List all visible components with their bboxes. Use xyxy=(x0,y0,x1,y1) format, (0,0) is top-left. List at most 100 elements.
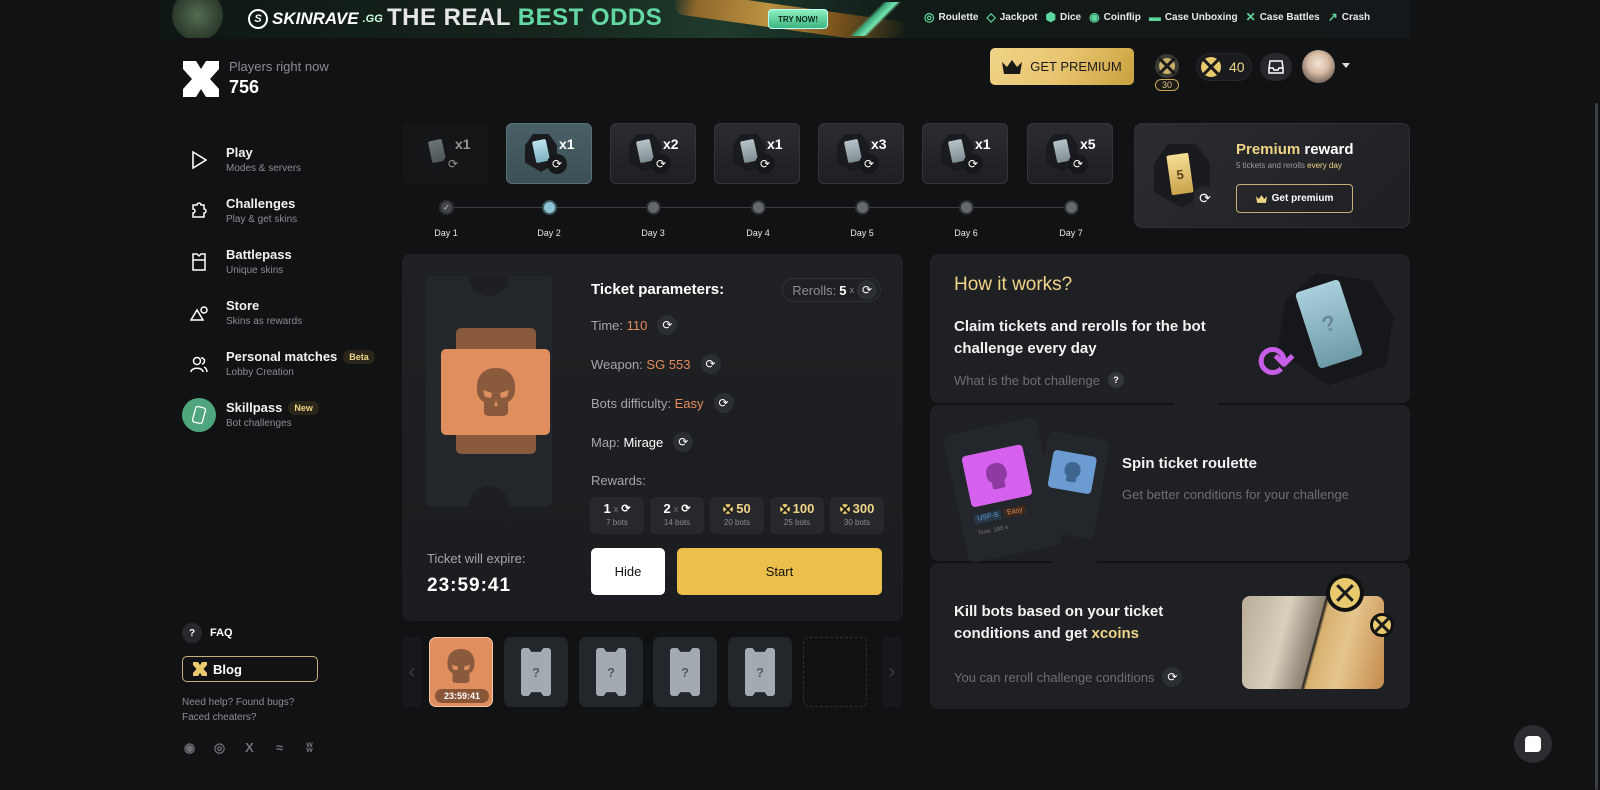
skull-purple-card xyxy=(961,443,1033,508)
support-chat-button[interactable] xyxy=(1514,725,1552,763)
skinrave-logo-icon: S xyxy=(248,9,268,29)
how-it-works-heading: How it works? xyxy=(954,274,1073,295)
vk-icon[interactable]: ʬ xyxy=(302,740,317,755)
banner-try-now-button[interactable]: TRY NOW! xyxy=(768,9,828,29)
hide-button[interactable]: Hide xyxy=(591,548,665,595)
chevron-down-icon[interactable] xyxy=(1342,63,1350,68)
day-card-1[interactable]: x1 ⟳ xyxy=(402,123,488,184)
reroll-weapon-button[interactable]: ⟳ xyxy=(700,354,721,374)
skull-icon xyxy=(1064,462,1081,483)
page-scrollbar[interactable] xyxy=(1595,103,1598,790)
nav-subtitle: Skins as rewards xyxy=(226,316,303,327)
level-coin xyxy=(1155,54,1179,78)
day-dot xyxy=(959,200,974,215)
diamond-icon: ◇ xyxy=(986,10,996,24)
start-button[interactable]: Start xyxy=(677,548,882,595)
param-label: Bots difficulty: xyxy=(591,395,671,411)
carousel-ticket-unknown[interactable]: ? xyxy=(504,637,568,707)
banner-headline-green: BEST ODDS xyxy=(517,4,663,31)
get-premium-card-button[interactable]: Get premium xyxy=(1236,184,1353,213)
sidebar-item-challenges[interactable]: Challenges Play & get skins xyxy=(182,196,375,247)
weapon-tag: USP-S xyxy=(973,509,1003,525)
inbox-button[interactable] xyxy=(1260,53,1292,81)
reroll-time-button[interactable]: ⟳ xyxy=(657,315,678,335)
sidebar-item-personal-matches[interactable]: Personal matches Beta Lobby Creation xyxy=(182,349,375,400)
reroll-icon: ⟳ xyxy=(755,154,775,174)
reward-bots: 7 bots xyxy=(606,518,628,527)
day-multiplier: x1 xyxy=(559,136,575,152)
carousel-ticket-unknown[interactable]: ? xyxy=(653,637,717,707)
step-2-subtitle: Get better conditions for your challenge xyxy=(1122,487,1349,502)
banner-game-case-unboxing[interactable]: ▬ Case Unboxing xyxy=(1149,10,1238,24)
level-number: 30 xyxy=(1155,79,1179,91)
banner-game-case-battles[interactable]: ✕ Case Battles xyxy=(1246,10,1320,24)
blog-button[interactable]: Blog xyxy=(182,656,318,682)
bot-challenge-info-link[interactable]: What is the bot challenge? xyxy=(954,372,1124,388)
nav-title: Store xyxy=(226,298,260,313)
day-dot xyxy=(1064,200,1079,215)
skull-icon xyxy=(447,649,475,683)
day-multiplier: x1 xyxy=(767,136,783,152)
day-card-2[interactable]: x1 ⟳ xyxy=(506,123,592,184)
unknown-ticket-icon: ? xyxy=(745,648,775,696)
ad-banner[interactable]: S SKINRAVE .GG THE REAL BEST ODDS TRY NOW… xyxy=(160,0,1410,38)
reward-bots: 14 bots xyxy=(663,518,691,527)
players-label: Players right now xyxy=(229,59,329,74)
level-badge[interactable]: 30 xyxy=(1152,54,1182,92)
premium-reward-subtitle: 5 tickets and rerolls every day xyxy=(1236,161,1342,170)
reward-bots: 25 bots xyxy=(783,518,811,527)
carousel-ticket-unknown[interactable]: ? xyxy=(728,637,792,707)
reward-tier: 50 20 bots xyxy=(710,497,764,534)
discord-icon[interactable]: ◉ xyxy=(182,740,197,755)
sidebar-item-store[interactable]: Store Skins as rewards xyxy=(182,298,375,349)
xcoin-icon xyxy=(1373,616,1391,634)
banner-game-roulette[interactable]: ◎ Roulette xyxy=(924,10,978,24)
help-text[interactable]: Need help? Found bugs? Faced cheaters? xyxy=(182,695,294,725)
carousel-next-button[interactable]: › xyxy=(882,637,902,707)
faq-link[interactable]: ? FAQ xyxy=(182,623,233,643)
carousel-ticket-unknown[interactable]: ? xyxy=(579,637,643,707)
day-multiplier: x1 xyxy=(975,136,991,152)
help-line: Need help? Found bugs? xyxy=(182,697,295,708)
reroll-icon: ⟳ xyxy=(1162,667,1183,687)
instagram-icon[interactable]: ◎ xyxy=(212,740,227,755)
banner-game-dice[interactable]: ⬢ Dice xyxy=(1046,10,1082,24)
carousel-ticket-selected[interactable]: 23:59:41 xyxy=(429,637,493,707)
x-icon[interactable]: X xyxy=(242,740,257,755)
coin-balance[interactable]: 40 xyxy=(1196,53,1252,81)
site-logo-icon[interactable] xyxy=(183,61,219,97)
sidebar-item-skillpass[interactable]: Skillpass New Bot challenges xyxy=(182,398,375,451)
banner-game-jackpot[interactable]: ◇ Jackpot xyxy=(986,10,1037,24)
carousel-ticket-timer: 23:59:41 xyxy=(435,689,489,703)
banner-game-label: Crash xyxy=(1341,11,1371,23)
reroll-map-button[interactable]: ⟳ xyxy=(673,432,694,452)
banner-game-crash[interactable]: ↗ Crash xyxy=(1328,10,1370,24)
sidebar-item-battlepass[interactable]: Battlepass Unique skins xyxy=(182,247,375,298)
reward-tier: 1 x ⟳ 7 bots xyxy=(590,497,644,534)
carousel-prev-button[interactable]: ‹ xyxy=(402,637,422,707)
crown-icon xyxy=(1255,194,1267,203)
carousel-ticket-empty-slot xyxy=(803,637,867,707)
shapes-icon xyxy=(182,296,216,330)
ticket-parameters-title: Ticket parameters: xyxy=(591,281,725,298)
step-1-link-label: What is the bot challenge xyxy=(954,372,1100,388)
get-premium-button[interactable]: GET PREMIUM xyxy=(990,48,1134,85)
day-card-3[interactable]: x2 ⟳ xyxy=(610,123,696,184)
sidebar-item-play[interactable]: Play Modes & servers xyxy=(182,145,375,196)
expire-countdown: 23:59:41 xyxy=(427,575,512,596)
nav-subtitle: Modes & servers xyxy=(226,163,302,174)
day-label: Day 3 xyxy=(641,228,665,238)
day-card-7[interactable]: x5 ⟳ xyxy=(1027,123,1113,184)
banner-game-coinflip[interactable]: ◉ Coinflip xyxy=(1089,10,1141,24)
skull-icon xyxy=(986,462,1007,490)
user-avatar[interactable] xyxy=(1302,50,1335,83)
day-label: Day 4 xyxy=(746,228,770,238)
day-multiplier: x5 xyxy=(1080,136,1096,152)
help-line: Faced cheaters? xyxy=(182,712,257,723)
reroll-icon: ⟳ xyxy=(681,503,691,515)
steam-icon[interactable]: ≈ xyxy=(272,740,287,755)
day-card-4[interactable]: x1 ⟳ xyxy=(714,123,800,184)
day-card-6[interactable]: x1 ⟳ xyxy=(922,123,1008,184)
day-card-5[interactable]: x3 ⟳ xyxy=(818,123,904,184)
reroll-difficulty-button[interactable]: ⟳ xyxy=(713,393,734,413)
